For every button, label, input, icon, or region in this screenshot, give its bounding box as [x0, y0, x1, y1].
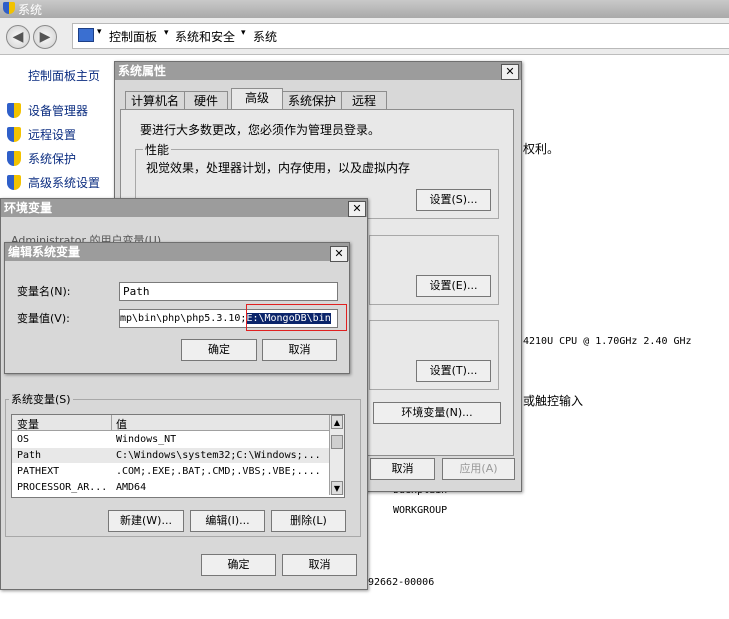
- window-title: 系统: [18, 3, 43, 17]
- environment-variables-button[interactable]: 环境变量(N)...: [373, 402, 501, 424]
- touch-input-text: 或触控输入: [523, 394, 584, 408]
- new-var-button[interactable]: 新建(W)...: [108, 510, 184, 532]
- back-arrow-icon[interactable]: ◀: [6, 25, 30, 49]
- sysprops-apply-button[interactable]: 应用(A): [442, 458, 515, 480]
- edit-cancel-button[interactable]: 取消: [262, 339, 337, 361]
- startup-settings-button[interactable]: 设置(T)...: [416, 360, 491, 382]
- close-icon[interactable]: ✕: [330, 246, 348, 262]
- sidebar-home-link[interactable]: 控制面板主页: [28, 67, 100, 84]
- sidebar-item-remote[interactable]: 远程设置: [28, 126, 76, 143]
- row-var-name: Path: [17, 450, 42, 461]
- editdlg-title: 编辑系统变量: [8, 245, 81, 259]
- tab-hardware[interactable]: 硬件: [184, 91, 228, 110]
- table-row[interactable]: PROCESSOR_AR... AMD64: [12, 480, 329, 495]
- row-var-name: OS: [17, 434, 30, 445]
- envvars-cancel-button[interactable]: 取消: [282, 554, 357, 576]
- editdlg-titlebar: 编辑系统变量: [5, 243, 349, 261]
- scroll-down-icon[interactable]: ▼: [331, 481, 343, 495]
- row-var-name: PROCESSOR_AR...: [17, 482, 108, 493]
- system-icon: [3, 2, 15, 14]
- chevron-down-icon[interactable]: ▾: [241, 28, 246, 38]
- scroll-thumb[interactable]: [331, 435, 343, 449]
- edit-var-button[interactable]: 编辑(I)...: [190, 510, 265, 532]
- window-titlebar: 系统: [0, 0, 729, 18]
- product-id: 92662-00006: [368, 577, 435, 588]
- shield-icon: [7, 151, 21, 166]
- sysprops-title: 系统属性: [118, 64, 167, 78]
- var-value-label: 变量值(V):: [17, 312, 70, 325]
- performance-desc: 视觉效果，处理器计划，内存使用，以及虚拟内存: [146, 161, 411, 175]
- table-row[interactable]: Path C:\Windows\system32;C:\Windows;...: [12, 448, 329, 463]
- delete-var-button[interactable]: 删除(L): [271, 510, 346, 532]
- col-divider[interactable]: [111, 415, 112, 430]
- row-var-value: .COM;.EXE;.BAT;.CMD;.VBS;.VBE;....: [116, 466, 321, 477]
- tab-remote[interactable]: 远程: [341, 91, 387, 110]
- shield-icon: [7, 175, 21, 190]
- edit-system-variable-dialog: 编辑系统变量 ✕ 变量名(N): Path 变量值(V): mp\bin\php…: [4, 242, 350, 374]
- chevron-down-icon[interactable]: ▾: [164, 28, 169, 38]
- annotation-highlight-box: [246, 304, 347, 331]
- workgroup-name: WORKGROUP: [393, 505, 448, 516]
- sidebar-item-advanced[interactable]: 高级系统设置: [28, 174, 100, 191]
- tab-advanced[interactable]: 高级: [231, 88, 283, 110]
- sysprops-cancel-button[interactable]: 取消: [370, 458, 435, 480]
- breadcrumb-item-1[interactable]: 系统和安全: [175, 28, 235, 45]
- system-vars-title: 系统变量(S): [9, 391, 73, 407]
- var-name-label: 变量名(N):: [17, 285, 71, 298]
- cpu-text: 4210U CPU @ 1.70GHz 2.40 GHz: [523, 336, 692, 347]
- sidebar-item-protection[interactable]: 系统保护: [28, 150, 76, 167]
- forward-arrow-icon[interactable]: ▶: [33, 25, 57, 49]
- tab-computer-name[interactable]: 计算机名: [125, 91, 185, 110]
- envvars-titlebar: 环境变量: [1, 199, 367, 217]
- list-scrollbar[interactable]: ▲ ▼: [329, 415, 344, 495]
- control-panel-icon: [78, 28, 94, 42]
- col-header-val[interactable]: 值: [116, 416, 127, 432]
- performance-title: 性能: [143, 141, 172, 158]
- breadcrumb-item-0[interactable]: 控制面板: [109, 28, 157, 45]
- edit-ok-button[interactable]: 确定: [181, 339, 257, 361]
- address-box[interactable]: ▾ 控制面板 ▾ 系统和安全 ▾ 系统: [72, 23, 729, 49]
- tab-system-protection[interactable]: 系统保护: [282, 91, 342, 110]
- close-icon[interactable]: ✕: [501, 64, 519, 80]
- list-header: [12, 415, 329, 431]
- shield-icon: [7, 127, 21, 142]
- col-header-var[interactable]: 变量: [17, 416, 39, 432]
- sysprops-titlebar: 系统属性: [115, 62, 521, 80]
- var-name-input[interactable]: Path: [119, 282, 338, 301]
- sidebar-item-device-manager[interactable]: 设备管理器: [28, 102, 88, 119]
- shield-icon: [7, 103, 21, 118]
- table-row[interactable]: PATHEXT .COM;.EXE;.BAT;.CMD;.VBS;.VBE;..…: [12, 464, 329, 479]
- row-var-value: AMD64: [116, 482, 147, 493]
- profile-settings-button[interactable]: 设置(E)...: [416, 275, 491, 297]
- breadcrumb-item-2[interactable]: 系统: [253, 28, 277, 45]
- admin-note: 要进行大多数更改，您必须作为管理员登录。: [140, 123, 381, 137]
- perf-settings-button[interactable]: 设置(S)...: [416, 189, 491, 211]
- scroll-up-icon[interactable]: ▲: [331, 415, 343, 429]
- envvars-title: 环境变量: [4, 201, 53, 215]
- table-row[interactable]: OS Windows_NT: [12, 432, 329, 447]
- envvars-ok-button[interactable]: 确定: [201, 554, 276, 576]
- close-icon[interactable]: ✕: [348, 201, 366, 217]
- row-var-value: Windows_NT: [116, 434, 177, 445]
- row-var-name: PATHEXT: [17, 466, 60, 477]
- rights-text: 权利。: [523, 142, 560, 156]
- row-var-value: C:\Windows\system32;C:\Windows;...: [116, 450, 321, 461]
- system-vars-list[interactable]: 变量 值 OS Windows_NT Path C:\Windows\syste…: [11, 414, 345, 498]
- chevron-down-icon: ▾: [97, 27, 102, 37]
- var-value-text: mp\bin\php\php5.3.10;: [120, 313, 247, 324]
